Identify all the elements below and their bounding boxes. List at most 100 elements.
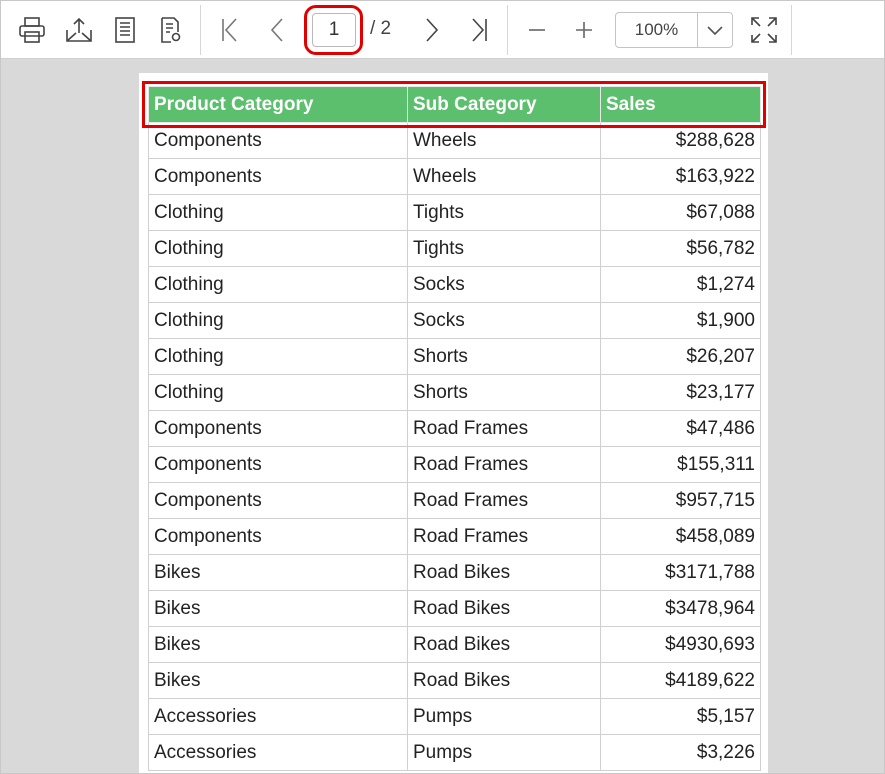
table-row: Clothing Socks $1,274 [148, 266, 761, 303]
sub-category-cell: Road Frames [407, 482, 601, 519]
product-category-cell: Bikes [148, 590, 408, 627]
product-category-cell: Components [148, 482, 408, 519]
report-page: Product Category Sub Category Sales Comp… [139, 73, 768, 773]
sub-category-cell: Road Bikes [407, 662, 601, 699]
sub-category-cell: Road Frames [407, 518, 601, 555]
print-icon [19, 17, 45, 43]
zoom-in-icon [576, 22, 592, 38]
next-page-button[interactable] [415, 13, 449, 47]
zoom-value: 100% [634, 20, 679, 39]
sub-category-cell: Shorts [407, 374, 601, 411]
sales-cell: $3171,788 [600, 554, 761, 591]
sales-cell: $458,089 [600, 518, 761, 555]
zoom-in-button[interactable] [567, 13, 601, 47]
sales-cell: $4930,693 [600, 626, 761, 663]
product-category-cell: Accessories [148, 698, 408, 735]
header-row-highlight [142, 81, 766, 128]
table-row: Bikes Road Bikes $4930,693 [148, 626, 761, 663]
next-page-icon [426, 18, 439, 42]
product-category-cell: Clothing [148, 338, 408, 375]
product-category-cell: Clothing [148, 302, 408, 339]
product-category-cell: Clothing [148, 194, 408, 231]
sales-cell: $155,311 [600, 446, 761, 483]
print-button[interactable] [15, 13, 49, 47]
report-table: Product Category Sub Category Sales Comp… [148, 86, 761, 771]
first-page-icon [222, 18, 237, 42]
product-category-cell: Components [148, 446, 408, 483]
sub-category-cell: Shorts [407, 338, 601, 375]
table-row: Components Road Frames $458,089 [148, 518, 761, 555]
table-row: Clothing Tights $56,782 [148, 230, 761, 267]
product-category-cell: Components [148, 158, 408, 195]
first-page-button[interactable] [213, 13, 247, 47]
last-page-icon [472, 18, 487, 42]
sales-cell: $5,157 [600, 698, 761, 735]
table-row: Bikes Road Bikes $3171,788 [148, 554, 761, 591]
export-icon [66, 17, 92, 42]
sales-cell: $56,782 [600, 230, 761, 267]
table-row: Clothing Shorts $23,177 [148, 374, 761, 411]
table-row: Clothing Shorts $26,207 [148, 338, 761, 375]
toolbar-separator [791, 5, 792, 55]
fit-page-icon [751, 17, 777, 43]
product-category-cell: Bikes [148, 662, 408, 699]
table-row: Components Road Frames $155,311 [148, 446, 761, 483]
product-category-cell: Components [148, 518, 408, 555]
table-row: Bikes Road Bikes $4189,622 [148, 662, 761, 699]
document-settings-icon [161, 17, 181, 43]
table-row: Clothing Socks $1,900 [148, 302, 761, 339]
last-page-button[interactable] [462, 13, 496, 47]
previous-page-icon [270, 18, 283, 42]
sub-category-cell: Road Frames [407, 410, 601, 447]
page-total-label: / 2 [370, 18, 392, 39]
sales-cell: $23,177 [600, 374, 761, 411]
sub-category-cell: Wheels [407, 158, 601, 195]
product-category-cell: Bikes [148, 626, 408, 663]
sub-category-cell: Road Bikes [407, 554, 601, 591]
page-setup-icon [115, 17, 135, 43]
fit-page-button[interactable] [747, 13, 781, 47]
product-category-cell: Bikes [148, 554, 408, 591]
zoom-out-icon [529, 29, 545, 31]
chevron-down-icon[interactable] [704, 20, 726, 40]
page-setup-button[interactable] [108, 13, 142, 47]
export-button[interactable] [62, 13, 96, 47]
table-row: Accessories Pumps $5,157 [148, 698, 761, 735]
sales-cell: $26,207 [600, 338, 761, 375]
previous-page-button[interactable] [260, 13, 294, 47]
sub-category-cell: Pumps [407, 734, 601, 771]
sales-cell: $4189,622 [600, 662, 761, 699]
sales-cell: $163,922 [600, 158, 761, 195]
toolbar-separator [200, 5, 201, 55]
sub-category-cell: Socks [407, 266, 601, 303]
sales-cell: $1,274 [600, 266, 761, 303]
table-row: Components Road Frames $957,715 [148, 482, 761, 519]
zoom-dropdown[interactable]: 100% [615, 12, 733, 48]
product-category-cell: Clothing [148, 374, 408, 411]
document-settings-button[interactable] [154, 13, 188, 47]
sales-cell: $3,226 [600, 734, 761, 771]
sub-category-cell: Socks [407, 302, 601, 339]
sub-category-cell: Pumps [407, 698, 601, 735]
table-row: Bikes Road Bikes $3478,964 [148, 590, 761, 627]
table-row: Accessories Pumps $3,226 [148, 734, 761, 771]
report-viewer: 1 / 2 100% Product Category Sub Category… [0, 0, 885, 774]
sub-category-cell: Tights [407, 230, 601, 267]
product-category-cell: Clothing [148, 230, 408, 267]
sales-cell: $1,900 [600, 302, 761, 339]
sub-category-cell: Tights [407, 194, 601, 231]
table-row: Clothing Tights $67,088 [148, 194, 761, 231]
zoom-divider [697, 13, 698, 47]
product-category-cell: Accessories [148, 734, 408, 771]
sales-cell: $67,088 [600, 194, 761, 231]
viewer-toolbar: 1 / 2 100% [1, 1, 884, 59]
sales-cell: $3478,964 [600, 590, 761, 627]
table-row: Components Road Frames $47,486 [148, 410, 761, 447]
sub-category-cell: Road Frames [407, 446, 601, 483]
page-input-highlight [304, 5, 363, 55]
product-category-cell: Components [148, 410, 408, 447]
zoom-out-button[interactable] [520, 13, 554, 47]
toolbar-separator [507, 5, 508, 55]
sales-cell: $957,715 [600, 482, 761, 519]
sub-category-cell: Road Bikes [407, 626, 601, 663]
